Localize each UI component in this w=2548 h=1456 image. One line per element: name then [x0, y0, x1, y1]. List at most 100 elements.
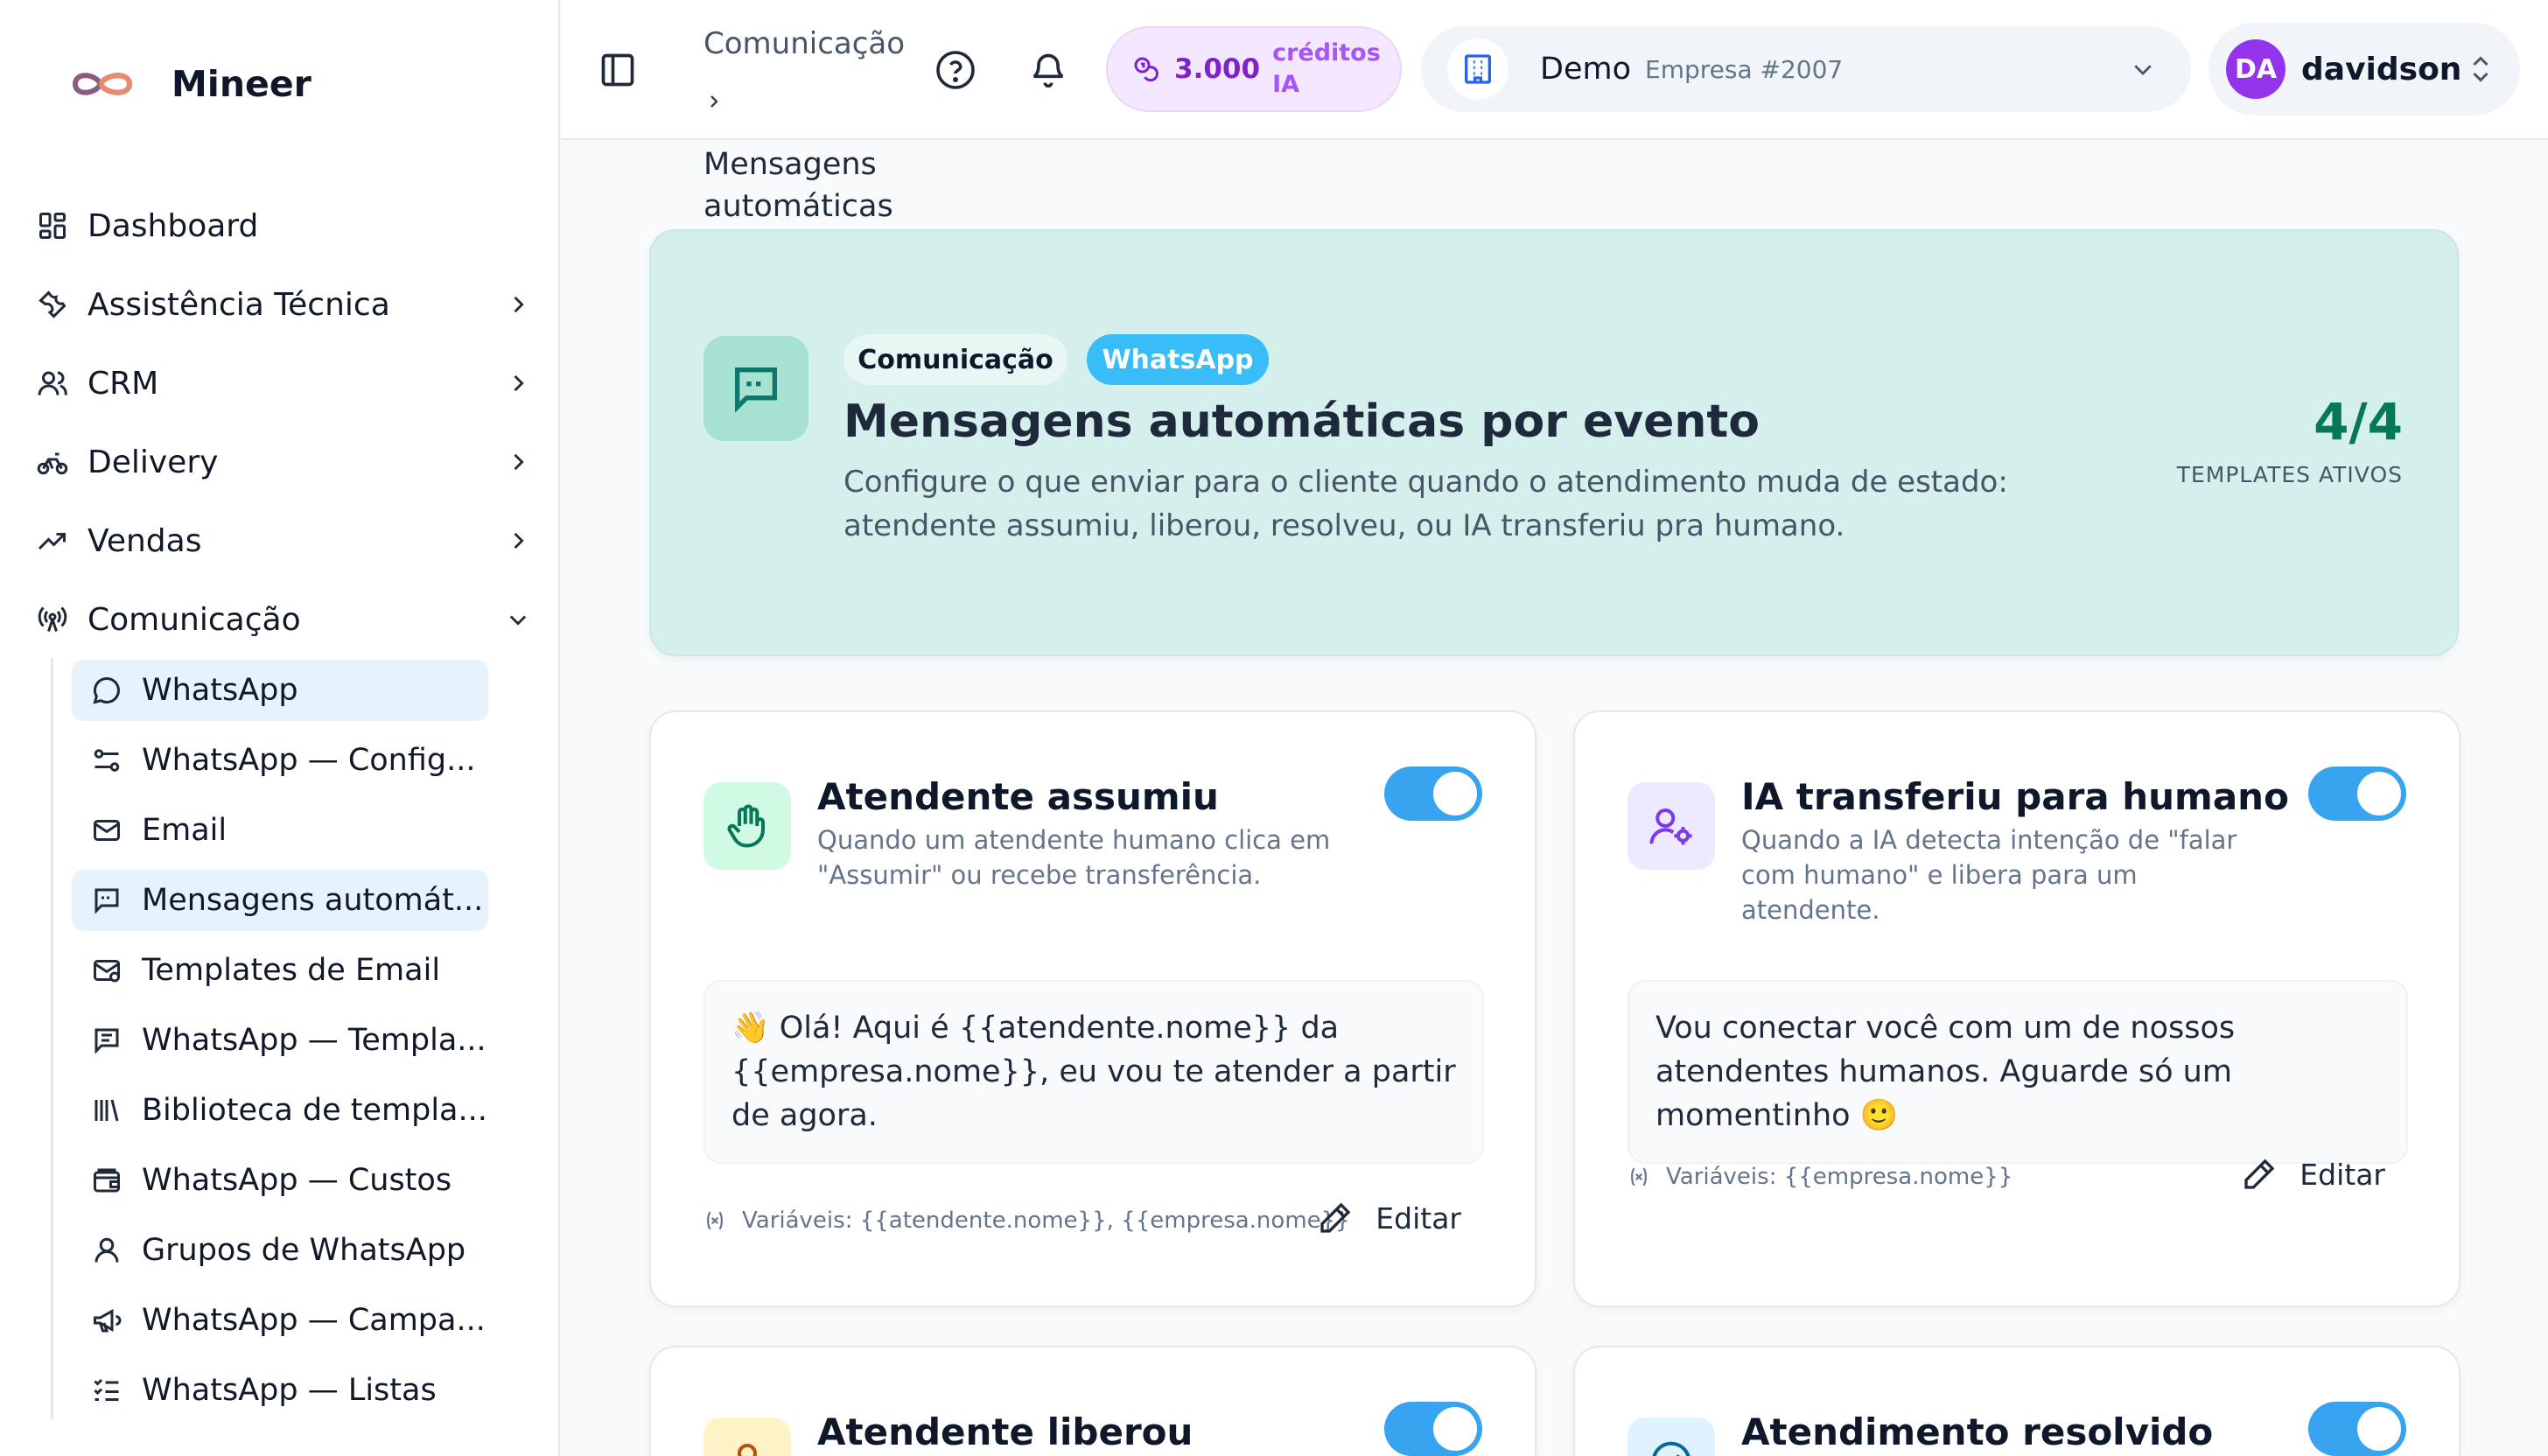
event-card-atendimento-resolvido: Atendimento resolvido: [1573, 1346, 2460, 1456]
page-title: Mensagens automáticas por evento: [844, 396, 1760, 448]
sidebar-toggle-icon[interactable]: [598, 51, 637, 89]
sidebar-subitem-mensagens-automaticas[interactable]: Mensagens automát...: [72, 870, 488, 931]
brand[interactable]: Mineer: [68, 63, 312, 105]
sidebar-subitem-email[interactable]: Email: [72, 800, 488, 861]
sidebar-item-label: Delivery: [88, 444, 219, 480]
sidebar: Mineer Dashboard Assistência Técnica CRM…: [0, 0, 560, 1456]
card-description: Quando a IA detecta intenção de "falar c…: [1741, 825, 2237, 925]
topbar: Comunicação 3.000 créditos IA Demo Empre…: [562, 0, 2548, 140]
chevron-right-icon: [502, 368, 534, 399]
bell-icon[interactable]: [1026, 47, 1071, 93]
edit-button[interactable]: Editar: [2242, 1157, 2385, 1192]
active-templates-label: TEMPLATES ATIVOS: [2176, 462, 2403, 487]
chat-bubble-icon: [89, 673, 124, 708]
chevron-down-icon: [2130, 56, 2156, 82]
enable-toggle[interactable]: [2308, 766, 2406, 821]
enable-toggle[interactable]: [1384, 766, 1482, 821]
ai-credits-badge[interactable]: 3.000 créditos IA: [1106, 26, 1402, 112]
event-card-ia-transferiu: IA transferiu para humano Quando a IA de…: [1573, 710, 2460, 1307]
message-preview: Vou conectar você com um de nossos atend…: [1628, 980, 2408, 1164]
variables-text: Variáveis: {{atendente.nome}}, {{empresa…: [742, 1208, 1350, 1234]
sidebar-subitem-whatsapp-config[interactable]: WhatsApp — Config...: [72, 730, 488, 791]
sidebar-item-assistencia-tecnica[interactable]: Assistência Técnica: [35, 273, 534, 336]
sidebar-subitem-label: Biblioteca de templa...: [142, 1093, 487, 1128]
page-header-banner: Comunicação WhatsApp Mensagens automátic…: [649, 229, 2459, 656]
sidebar-item-vendas[interactable]: Vendas: [35, 509, 534, 572]
sidebar-subitem-grupos-whatsapp[interactable]: Grupos de WhatsApp: [72, 1220, 488, 1281]
wrench-icon: [35, 287, 70, 322]
card-title: Atendente liberou: [817, 1410, 1194, 1453]
event-card-atendente-liberou: Atendente liberou: [649, 1346, 1536, 1456]
user-menu[interactable]: DA davidson: [2208, 23, 2520, 116]
building-icon: [1447, 38, 1508, 100]
sidebar-subitem-whatsapp-listas[interactable]: WhatsApp — Listas: [72, 1360, 488, 1421]
category-chip: Comunicação: [844, 334, 1068, 385]
sidebar-subitem-whatsapp-custos[interactable]: WhatsApp — Custos: [72, 1150, 488, 1211]
sidebar-subitem-label: WhatsApp — Config...: [142, 743, 476, 778]
sidebar-subitem-label: WhatsApp — Templa...: [142, 1023, 486, 1058]
company-selector[interactable]: Demo Empresa #2007: [1421, 26, 2191, 112]
sidebar-subitem-whatsapp-campanhas[interactable]: WhatsApp — Campa...: [72, 1290, 488, 1351]
edit-label: Editar: [2300, 1157, 2385, 1192]
sidebar-item-label: Vendas: [88, 522, 202, 559]
settings-sliders-icon: [89, 743, 124, 778]
user-settings-icon: [1628, 782, 1715, 870]
sidebar-subitem-whatsapp-templates[interactable]: WhatsApp — Templa...: [72, 1010, 488, 1071]
message-preview: 👋 Olá! Aqui é {{atendente.nome}} da {{em…: [704, 980, 1484, 1164]
sidebar-subitem-label: WhatsApp: [142, 673, 298, 708]
message-quote-icon: [704, 336, 808, 441]
message-lines-icon: [89, 1023, 124, 1058]
enable-toggle[interactable]: [2308, 1402, 2406, 1456]
sidebar-item-comunicacao[interactable]: Comunicação: [35, 588, 534, 651]
dashboard-icon: [35, 208, 70, 243]
trending-up-icon: [35, 523, 70, 558]
checklist-icon: [89, 1373, 124, 1408]
enable-toggle[interactable]: [1384, 1402, 1482, 1456]
mail-icon: [89, 813, 124, 848]
edit-button[interactable]: Editar: [1318, 1200, 1461, 1236]
help-icon[interactable]: [933, 47, 978, 93]
pencil-icon: [2242, 1157, 2277, 1192]
sidebar-subitem-label: WhatsApp — Custos: [142, 1163, 452, 1198]
breadcrumb-separator-icon: [704, 91, 724, 112]
sidebar-item-dashboard[interactable]: Dashboard: [35, 194, 534, 257]
bike-icon: [35, 444, 70, 480]
sidebar-subitem-whatsapp[interactable]: WhatsApp: [72, 660, 488, 721]
variables-text: Variáveis: {{empresa.nome}}: [1666, 1164, 2013, 1190]
sidebar-subitem-biblioteca-templates[interactable]: Biblioteca de templa...: [72, 1080, 488, 1141]
broadcast-icon: [35, 602, 70, 637]
sidebar-subitem-label: Email: [142, 813, 228, 848]
company-id: Empresa #2007: [1645, 54, 1844, 84]
breadcrumb-parent[interactable]: Comunicação: [704, 26, 905, 61]
sidebar-item-label: Dashboard: [88, 207, 259, 244]
mineer-logo-icon: [68, 66, 136, 102]
library-icon: [89, 1093, 124, 1128]
chevron-right-icon: [502, 525, 534, 556]
wallet-icon: [89, 1163, 124, 1198]
sidebar-item-label: CRM: [88, 365, 159, 402]
chevron-right-icon: [502, 446, 534, 478]
sidebar-item-label: Assistência Técnica: [88, 286, 390, 323]
pencil-icon: [1318, 1200, 1353, 1236]
ai-credits-label: créditos IA: [1272, 39, 1381, 98]
sidebar-subitem-label: WhatsApp — Listas: [142, 1373, 437, 1408]
variable-icon: [1628, 1166, 1650, 1188]
active-templates-count: 4/4: [2314, 392, 2403, 452]
sidebar-subitem-label: WhatsApp — Campa...: [142, 1303, 486, 1338]
sidebar-subitem-templates-email[interactable]: Templates de Email: [72, 940, 488, 1001]
user-name: davidson: [2301, 51, 2462, 88]
chevron-down-icon: [502, 604, 534, 635]
sidebar-subitem-label: Grupos de WhatsApp: [142, 1233, 466, 1268]
chevron-up-down-icon: [2468, 53, 2494, 85]
sidebar-item-crm[interactable]: CRM: [35, 352, 534, 415]
edit-label: Editar: [1376, 1200, 1461, 1236]
card-title: Atendente assumiu: [817, 775, 1219, 818]
check-circle-icon: [1628, 1418, 1715, 1456]
hand-icon: [704, 782, 791, 870]
brand-name: Mineer: [172, 63, 312, 105]
coins-icon: [1130, 53, 1162, 85]
sidebar-subitem-label: Templates de Email: [142, 953, 441, 988]
sidebar-item-delivery[interactable]: Delivery: [35, 430, 534, 494]
variable-icon: [704, 1209, 726, 1232]
mail-template-icon: [89, 953, 124, 988]
